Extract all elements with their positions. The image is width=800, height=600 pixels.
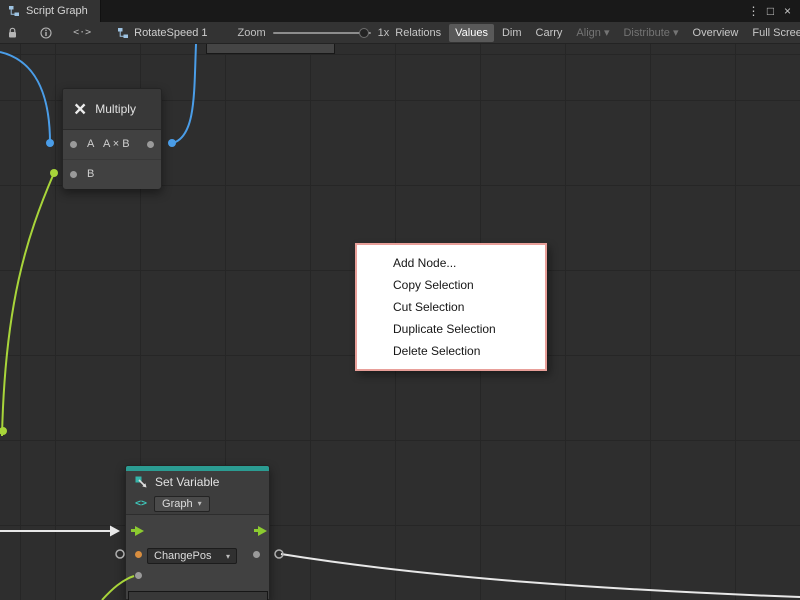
- node-title: Multiply: [95, 102, 136, 116]
- chevron-down-icon: ▾: [198, 498, 202, 510]
- align-dropdown-button: Align ▾: [570, 23, 615, 42]
- node-title: Set Variable: [155, 475, 219, 489]
- port-dot-output[interactable]: [147, 141, 154, 148]
- port-label-b: B: [87, 168, 94, 180]
- values-button[interactable]: Values: [449, 24, 494, 42]
- menu-item-cut-selection[interactable]: Cut Selection: [357, 296, 545, 318]
- port-dot-value-out[interactable]: [253, 551, 260, 558]
- variable-dropdown[interactable]: ChangePos ▾: [147, 548, 237, 564]
- script-graph-window: Script Graph ⋮ □ × <·>: [0, 0, 800, 600]
- scope-row: <> Graph ▾: [126, 493, 269, 514]
- multiply-icon: ×: [74, 99, 86, 120]
- titlebar: Script Graph ⋮ □ ×: [0, 0, 800, 22]
- menu-item-duplicate-selection[interactable]: Duplicate Selection: [357, 318, 545, 340]
- relations-button[interactable]: Relations: [389, 24, 447, 42]
- port-dot-input-a[interactable]: [70, 141, 77, 148]
- node-multiply-header[interactable]: × Multiply: [63, 89, 161, 130]
- scope-value: Graph: [162, 498, 193, 510]
- flow-output-arrow-icon[interactable]: [258, 526, 267, 536]
- toolbar-buttons: Relations Values Dim Carry Align ▾ Distr…: [389, 23, 800, 42]
- graph-icon: [8, 1, 20, 21]
- port-label-a: A: [87, 138, 94, 150]
- close-button[interactable]: ×: [779, 0, 796, 22]
- chevron-down-icon: ▾: [226, 552, 230, 561]
- node-set-variable[interactable]: Set Variable <> Graph ▾ ChangePos ▾: [125, 465, 270, 600]
- distribute-dropdown-button: Distribute ▾: [617, 23, 684, 42]
- flow-input-arrow-icon[interactable]: [135, 526, 144, 536]
- node-set-variable-ports: ChangePos ▾: [126, 514, 269, 599]
- script-graph-icon: [117, 23, 129, 43]
- row-divider: [63, 159, 161, 160]
- partial-node-below[interactable]: [128, 591, 268, 600]
- zoom-label: Zoom: [238, 27, 266, 39]
- zoom-control: Zoom 1x: [238, 27, 390, 39]
- info-icon[interactable]: [40, 23, 52, 43]
- graph-name: RotateSpeed 1: [134, 27, 207, 39]
- zoom-value: 1x: [378, 27, 390, 39]
- node-set-variable-header[interactable]: Set Variable: [126, 471, 269, 493]
- port-dot-variable-name[interactable]: [135, 551, 142, 558]
- code-icon[interactable]: <·>: [73, 23, 91, 43]
- window-menu-button[interactable]: ⋮: [745, 0, 762, 22]
- overview-button[interactable]: Overview: [687, 24, 745, 42]
- toolbar: <·> RotateSpeed 1 Zoom 1x Relations Valu…: [0, 22, 800, 44]
- tab-title: Script Graph: [26, 5, 88, 17]
- node-multiply[interactable]: × Multiply A A × B B: [62, 88, 162, 189]
- menu-item-copy-selection[interactable]: Copy Selection: [357, 274, 545, 296]
- lock-icon[interactable]: [7, 23, 18, 43]
- scope-dropdown[interactable]: Graph ▾: [154, 496, 210, 512]
- context-menu: Add Node... Copy Selection Cut Selection…: [355, 243, 547, 371]
- node-multiply-body: A A × B B: [63, 130, 161, 189]
- maximize-button[interactable]: □: [762, 0, 779, 22]
- variable-value: ChangePos: [154, 550, 212, 562]
- carry-button[interactable]: Carry: [530, 24, 569, 42]
- menu-item-delete-selection[interactable]: Delete Selection: [357, 340, 545, 362]
- port-dot-value-in[interactable]: [135, 572, 142, 579]
- zoom-slider-handle[interactable]: [359, 28, 369, 38]
- scope-icon: <>: [135, 498, 147, 509]
- zoom-slider[interactable]: [273, 32, 371, 34]
- graph-breadcrumb[interactable]: RotateSpeed 1: [117, 23, 207, 43]
- dim-button[interactable]: Dim: [496, 24, 528, 42]
- set-variable-icon: [134, 475, 148, 489]
- port-dot-input-b[interactable]: [70, 171, 77, 178]
- fullscreen-button[interactable]: Full Screen: [746, 24, 800, 42]
- menu-item-add-node[interactable]: Add Node...: [357, 252, 545, 274]
- window-controls: ⋮ □ ×: [745, 0, 800, 22]
- tab-script-graph[interactable]: Script Graph: [0, 0, 101, 22]
- port-label-output: A × B: [103, 138, 130, 150]
